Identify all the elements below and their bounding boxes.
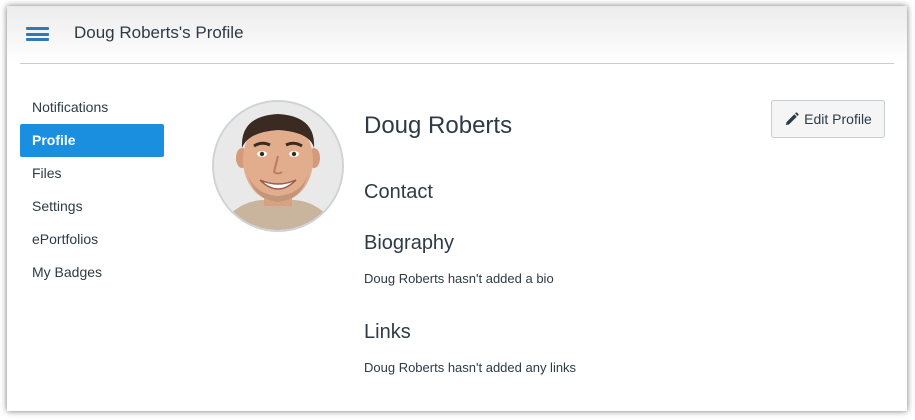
links-text: Doug Roberts hasn't added any links [364,360,577,375]
page-title: Doug Roberts's Profile [74,23,244,42]
sidebar-item-settings[interactable]: Settings [20,190,164,223]
sidebar-item-notifications[interactable]: Notifications [20,91,164,124]
biography-text: Doug Roberts hasn't added a bio [364,271,554,286]
contact-heading: Contact [364,181,433,203]
edit-profile-button[interactable]: Edit Profile [771,100,885,138]
biography-heading: Biography [364,232,455,254]
sidebar-item-my-badges[interactable]: My Badges [20,256,164,289]
profile-sidebar: Notifications Profile Files Settings ePo… [20,91,164,289]
hamburger-icon[interactable] [26,27,49,41]
header-divider [20,63,894,64]
links-heading: Links [364,321,411,343]
avatar [212,100,344,232]
pencil-icon [784,111,799,127]
page-header: Doug Roberts's Profile [7,6,907,64]
profile-name: Doug Roberts [364,112,513,139]
sidebar-item-profile[interactable]: Profile [20,124,164,157]
sidebar-item-files[interactable]: Files [20,157,164,190]
profile-window: Doug Roberts's Profile Notifications Pro… [7,6,907,411]
sidebar-item-eportfolios[interactable]: ePortfolios [20,223,164,256]
edit-profile-label: Edit Profile [804,111,872,127]
